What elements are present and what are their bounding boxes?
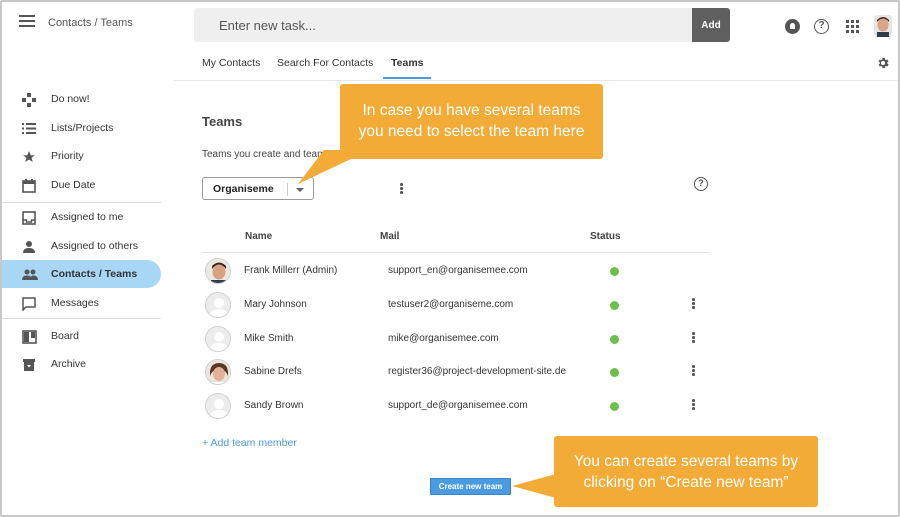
sidebar-item-contacts-teams[interactable]: Contacts / Teams xyxy=(2,260,161,288)
callout-text-line: clicking on “Create new team” xyxy=(583,474,789,491)
status-online-indicator xyxy=(610,368,619,377)
active-tab-indicator xyxy=(383,77,431,79)
people-icon xyxy=(22,268,38,281)
member-name: Sabine Drefs xyxy=(244,366,302,377)
tab-divider xyxy=(174,80,898,81)
sidebar-item-label: Archive xyxy=(51,358,87,370)
list-icon xyxy=(22,122,36,135)
member-more-options-icon[interactable] xyxy=(692,332,696,344)
sidebar-item-label: Contacts / Teams xyxy=(51,268,138,280)
user-avatar[interactable] xyxy=(874,15,892,37)
member-name: Frank Millerr (Admin) xyxy=(244,265,338,276)
member-name: Sandy Brown xyxy=(244,400,304,411)
callout-pointer xyxy=(298,150,370,184)
sidebar-item-do-now[interactable]: Do now! xyxy=(2,86,161,113)
sidebar: Do now! Lists/Projects Priority Due Date xyxy=(2,48,164,515)
member-more-options-icon[interactable] xyxy=(692,365,696,377)
star-icon xyxy=(22,150,35,163)
calendar-icon xyxy=(22,179,36,193)
message-icon xyxy=(22,297,36,312)
member-name: Mike Smith xyxy=(244,333,294,344)
sidebar-item-lists-projects[interactable]: Lists/Projects xyxy=(2,115,161,142)
sidebar-divider xyxy=(2,202,161,203)
add-team-member-link[interactable]: + Add team member xyxy=(202,437,297,449)
member-mail: support_en@organisemee.com xyxy=(388,265,528,276)
sidebar-item-label: Priority xyxy=(51,150,84,162)
member-mail: testuser2@organiseme.com xyxy=(388,299,514,310)
member-mail: register36@project-development-site.de xyxy=(388,366,567,377)
sidebar-item-label: Assigned to me xyxy=(51,211,124,223)
chevron-down-icon xyxy=(296,188,304,192)
sidebar-item-assigned-to-others[interactable]: Assigned to others xyxy=(2,233,161,260)
sidebar-item-archive[interactable]: Archive xyxy=(2,351,161,378)
table-row[interactable]: Sandy Brown support_de@organisemee.com xyxy=(202,390,709,423)
gear-icon[interactable] xyxy=(876,56,890,70)
table-row[interactable]: Frank Millerr (Admin) support_en@organis… xyxy=(202,255,709,288)
member-avatar xyxy=(205,393,231,419)
new-task-input[interactable] xyxy=(194,8,692,42)
help-icon[interactable]: ? xyxy=(814,19,829,34)
member-mail: support_de@organisemee.com xyxy=(388,400,528,411)
tab-my-contacts[interactable]: My Contacts xyxy=(202,57,260,69)
create-new-team-button[interactable]: Create new team xyxy=(430,478,511,495)
table-row[interactable]: Mary Johnson testuser2@organiseme.com xyxy=(202,289,709,322)
sidebar-item-label: Due Date xyxy=(51,179,96,191)
sidebar-item-label: Assigned to others xyxy=(51,240,138,252)
callout-text-line: you need to select the team here xyxy=(358,123,585,140)
tab-search-for-contacts[interactable]: Search For Contacts xyxy=(277,57,373,69)
sidebar-item-label: Messages xyxy=(51,297,99,309)
member-more-options-icon[interactable] xyxy=(692,298,696,310)
hamburger-menu-icon[interactable] xyxy=(19,15,35,29)
notification-bell-icon[interactable] xyxy=(785,19,800,34)
member-avatar xyxy=(205,258,231,284)
sidebar-item-priority[interactable]: Priority xyxy=(2,143,161,170)
sidebar-item-label: Board xyxy=(51,330,80,342)
inbox-icon xyxy=(22,211,36,225)
page-title: Teams xyxy=(202,114,243,129)
sidebar-item-assigned-to-me[interactable]: Assigned to me xyxy=(2,204,161,231)
member-name: Mary Johnson xyxy=(244,299,307,310)
table-header-divider xyxy=(202,252,709,253)
sidebar-item-label: Do now! xyxy=(51,93,90,105)
sidebar-item-messages[interactable]: Messages xyxy=(2,290,161,317)
dropdown-separator xyxy=(287,183,288,196)
member-avatar xyxy=(205,292,231,318)
member-avatar xyxy=(205,359,231,385)
apps-grid-icon[interactable] xyxy=(846,20,860,34)
callout-text-line: In case you have several teams xyxy=(362,102,581,119)
app-window: Contacts / Teams Add ? My Contacts Searc… xyxy=(0,0,900,517)
callout-pointer xyxy=(512,474,556,498)
member-avatar xyxy=(205,326,231,352)
gamepad-icon xyxy=(22,93,36,107)
tab-teams[interactable]: Teams xyxy=(391,57,424,69)
member-more-options-icon[interactable] xyxy=(692,399,696,411)
table-row[interactable]: Mike Smith mike@organisemee.com xyxy=(202,323,709,356)
sidebar-item-board[interactable]: Board xyxy=(2,323,161,350)
column-header-status: Status xyxy=(590,231,621,242)
callout-text-line: You can create several teams by xyxy=(573,453,799,470)
column-header-name: Name xyxy=(245,231,273,242)
board-icon xyxy=(22,330,37,344)
selected-team-label: Organiseme xyxy=(213,183,274,195)
person-icon xyxy=(22,240,35,253)
sidebar-divider xyxy=(2,318,161,319)
new-task-box: Add xyxy=(194,8,730,42)
status-online-indicator xyxy=(610,335,619,344)
top-bar: Contacts / Teams Add ? xyxy=(2,2,898,48)
team-more-options-icon[interactable] xyxy=(400,183,404,195)
sidebar-item-label: Lists/Projects xyxy=(51,122,114,134)
table-row[interactable]: Sabine Drefs register36@project-developm… xyxy=(202,356,709,389)
breadcrumb: Contacts / Teams xyxy=(48,17,133,29)
select-team-callout: In case you have several teams you need … xyxy=(340,84,603,159)
member-mail: mike@organisemee.com xyxy=(388,333,499,344)
status-online-indicator xyxy=(610,402,619,411)
column-header-mail: Mail xyxy=(380,231,400,242)
create-team-callout: You can create several teams by clicking… xyxy=(554,436,818,507)
help-icon[interactable]: ? xyxy=(694,177,708,191)
sidebar-item-due-date[interactable]: Due Date xyxy=(2,172,161,199)
status-online-indicator xyxy=(610,301,619,310)
archive-icon xyxy=(22,358,35,371)
add-task-button[interactable]: Add xyxy=(692,8,730,42)
status-online-indicator xyxy=(610,267,619,276)
